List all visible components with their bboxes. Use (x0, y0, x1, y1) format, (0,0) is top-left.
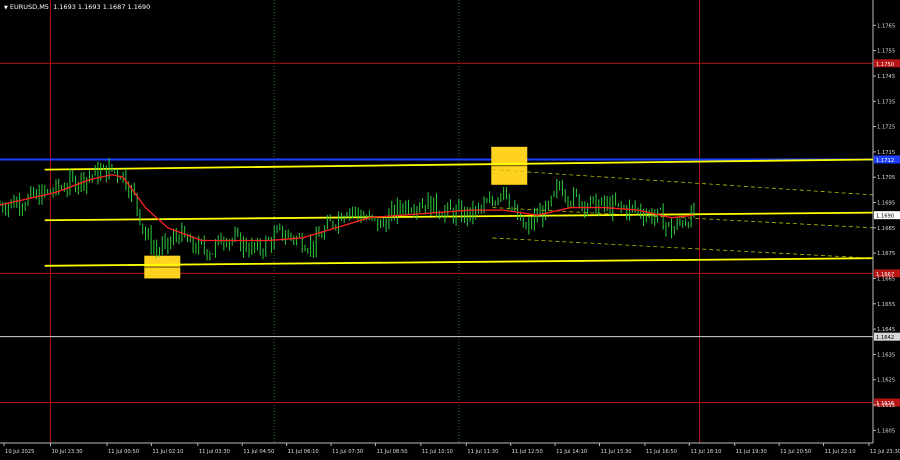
current-price-label: 1.1690 (876, 214, 894, 220)
x-tick-label: 11 Jul 15:30 (600, 449, 631, 455)
y-tick-label: 1.1765 (877, 23, 895, 29)
x-tick-label: 11 Jul 06:10 (288, 449, 319, 455)
y-tick-label: 1.1665 (877, 276, 895, 282)
y-tick-label: 1.1715 (877, 150, 895, 156)
y-tick-label: 1.1755 (877, 49, 895, 55)
y-tick-label: 1.1685 (877, 226, 895, 232)
x-tick-label: 11 Jul 02:10 (152, 449, 183, 455)
x-tick-label: 10 Jul 23:30 (51, 449, 82, 455)
x-tick-label: 11 Jul 04:50 (243, 449, 274, 455)
x-tick-label: 11 Jul 14:10 (556, 449, 587, 455)
y-tick-label: 1.1645 (877, 327, 895, 333)
y-tick-label: 1.1635 (877, 352, 895, 358)
x-tick-label: 11 Jul 12:50 (512, 449, 543, 455)
y-tick-label: 1.1705 (877, 175, 895, 181)
x-tick-label: 10 Jul 2025 (5, 449, 34, 455)
symbol-label: EURUSD,M5 (9, 3, 49, 11)
x-tick-label: 11 Jul 18:10 (690, 449, 721, 455)
chart-background (0, 0, 900, 460)
y-tick-label: 1.1605 (877, 428, 895, 434)
y-tick-label: 1.1615 (877, 403, 895, 409)
price-chart[interactable]: 1.17501.17121.16671.16421.16161.16901.17… (0, 0, 900, 460)
x-tick-label: 11 Jul 11:30 (467, 449, 498, 455)
y-tick-label: 1.1745 (877, 74, 895, 80)
x-tick-label: 11 Jul 22:10 (825, 449, 856, 455)
y-tick-label: 1.1655 (877, 302, 895, 308)
x-tick-label: 11 Jul 08:50 (376, 449, 407, 455)
level-price-label: 1.1750 (876, 62, 894, 68)
x-tick-label: 11 Jul 16:50 (646, 449, 677, 455)
y-tick-label: 1.1625 (877, 378, 895, 384)
x-tick-label: 11 Jul 19:30 (736, 449, 767, 455)
y-tick-label: 1.1695 (877, 201, 895, 207)
x-tick-label: 11 Jul 07:30 (332, 449, 363, 455)
ohlc-label: 1.1693 1.1693 1.1687 1.1690 (53, 3, 151, 11)
x-tick-label: 11 Jul 00:50 (108, 449, 139, 455)
y-tick-label: 1.1675 (877, 251, 895, 257)
x-tick-label: 11 Jul 10:10 (422, 449, 453, 455)
chart-title: ▼ EURUSD,M5 1.1693 1.1693 1.1687 1.1690 (4, 3, 150, 11)
level-price-label: 1.1642 (876, 335, 894, 341)
x-tick-label: 11 Jul 23:30 (870, 449, 900, 455)
collapse-triangle-icon[interactable]: ▼ (4, 5, 8, 11)
y-tick-label: 1.1725 (877, 125, 895, 131)
y-tick-label: 1.1735 (877, 99, 895, 105)
x-tick-label: 11 Jul 03:30 (199, 449, 230, 455)
x-tick-label: 11 Jul 20:50 (780, 449, 811, 455)
level-price-label: 1.1712 (876, 158, 894, 164)
